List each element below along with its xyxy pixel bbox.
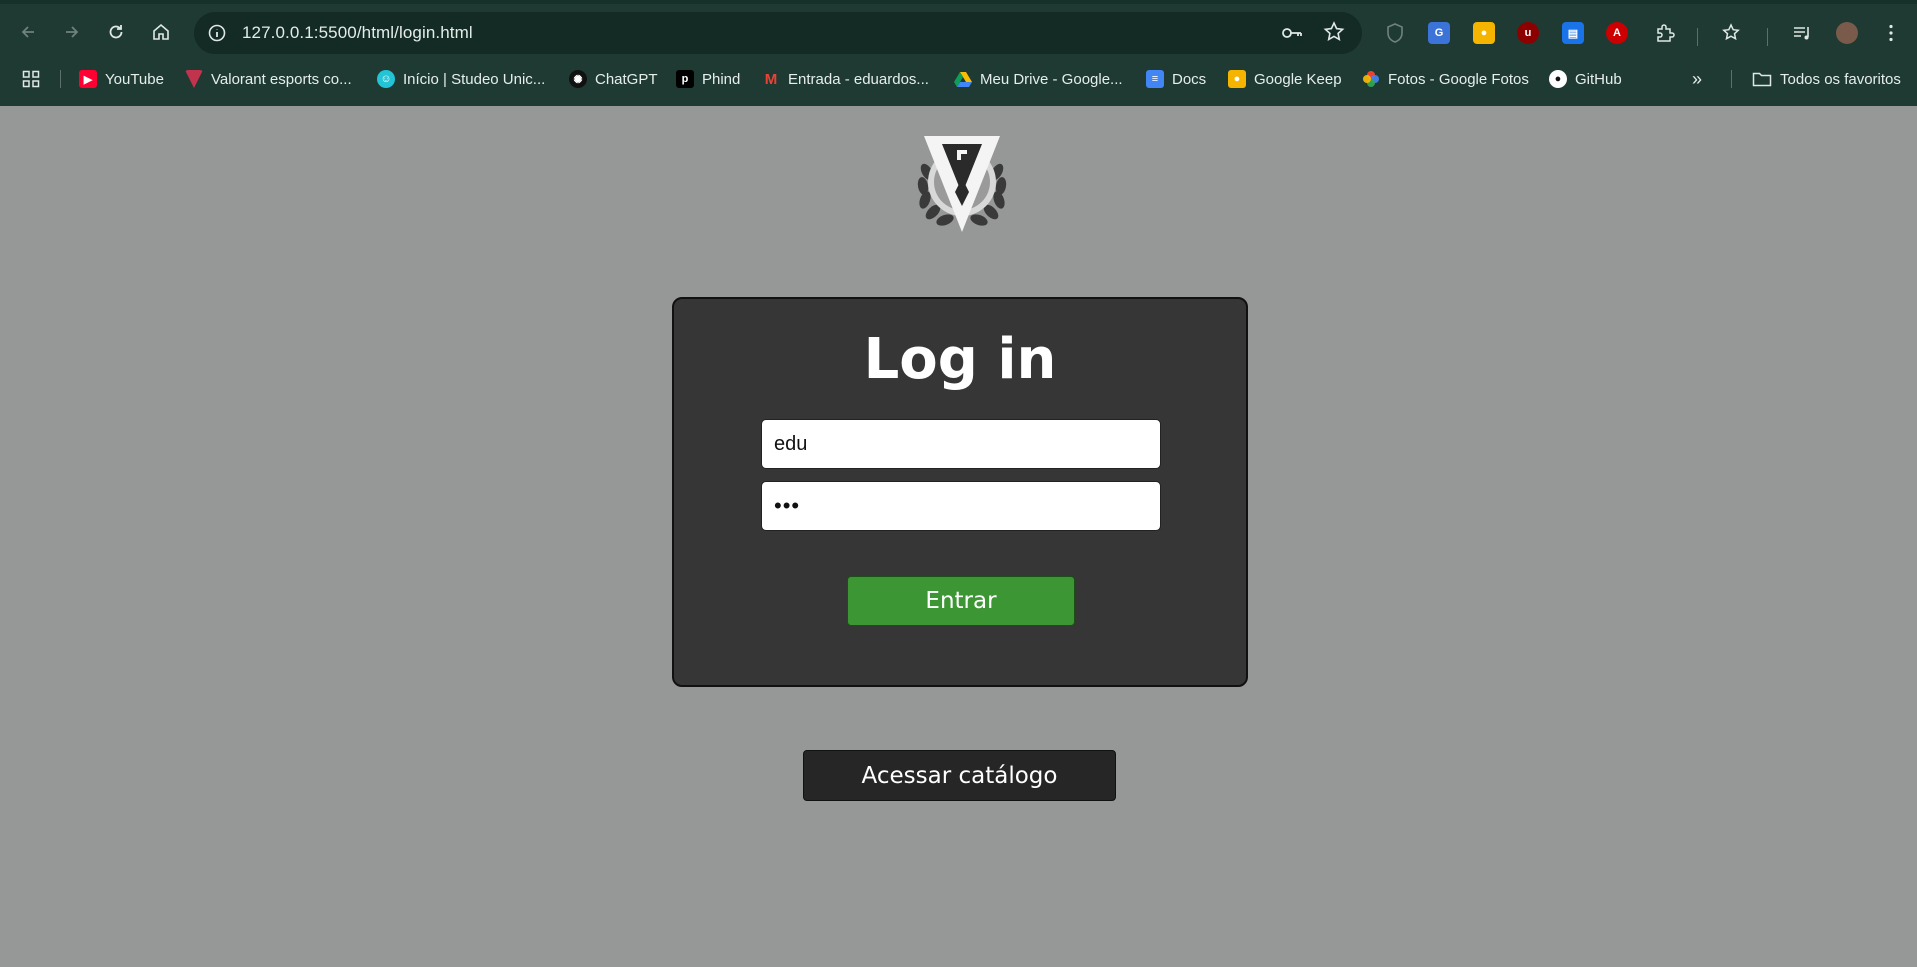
username-input[interactable]: [761, 419, 1161, 469]
address-bar[interactable]: 127.0.0.1:5500/html/login.html: [194, 12, 1362, 54]
forward-button[interactable]: [54, 14, 90, 50]
youtube-icon: ▶: [79, 70, 97, 88]
music-queue-icon: [1794, 27, 1809, 40]
photos-icon: [1362, 70, 1380, 88]
profile-avatar[interactable]: [1836, 22, 1858, 44]
bookmark-keep[interactable]: ● Google Keep: [1228, 68, 1342, 90]
keep-icon: ●: [1480, 27, 1488, 39]
keep-icon: ●: [1228, 70, 1246, 88]
login-button[interactable]: Entrar: [847, 576, 1075, 626]
more-bookmarks-button[interactable]: »: [1692, 68, 1702, 90]
apps-button[interactable]: [22, 68, 40, 90]
arrow-right-icon: [66, 26, 79, 38]
bookmark-photos[interactable]: Fotos - Google Fotos: [1362, 68, 1529, 90]
gmail-icon: M: [764, 70, 778, 88]
ublock-extension[interactable]: u: [1517, 22, 1539, 44]
document-icon: ▤: [1567, 27, 1579, 40]
password-input[interactable]: [761, 481, 1161, 531]
bookmarks-divider: [1731, 70, 1732, 88]
acrobat-icon: A: [1613, 27, 1621, 39]
catalog-button[interactable]: Acessar catálogo: [803, 750, 1116, 801]
reload-icon: [109, 25, 123, 39]
bookmark-youtube[interactable]: ▶ YouTube: [79, 68, 164, 90]
star-list-icon: [1722, 23, 1740, 41]
key-icon[interactable]: [1280, 21, 1304, 45]
bookmark-drive[interactable]: Meu Drive - Google...: [954, 68, 1123, 90]
menu-button[interactable]: [1880, 22, 1902, 44]
bookmark-label: GitHub: [1575, 70, 1622, 88]
site-logo: [909, 120, 1015, 236]
chevron-double-right-icon: »: [1692, 68, 1703, 89]
bookmark-valorant[interactable]: Valorant esports co...: [185, 68, 352, 90]
docs-extension[interactable]: ▤: [1562, 22, 1584, 44]
kebab-menu-icon: [1889, 24, 1893, 42]
bookmark-gmail[interactable]: M Entrada - eduardos...: [762, 68, 929, 90]
home-icon: [153, 23, 169, 40]
bookmark-docs[interactable]: ≡ Docs: [1146, 68, 1206, 90]
bookmark-label: Google Keep: [1254, 70, 1342, 88]
bookmark-label: Meu Drive - Google...: [980, 70, 1123, 88]
media-controls-button[interactable]: [1791, 22, 1813, 44]
bookmark-label: Phind: [702, 70, 741, 88]
login-title: Log in: [863, 327, 1057, 392]
bookmark-chatgpt[interactable]: ✺ ChatGPT: [569, 68, 658, 90]
github-icon: ●: [1549, 70, 1567, 88]
reading-list-button[interactable]: [1720, 22, 1742, 44]
reload-button[interactable]: [98, 14, 134, 50]
valorant-icon: [185, 70, 203, 88]
apps-grid-icon: [22, 70, 40, 88]
bookmark-star-icon[interactable]: [1322, 20, 1346, 44]
url-text: 127.0.0.1:5500/html/login.html: [242, 23, 473, 42]
bookmarks-bar: ▶ YouTube Valorant esports co... ☺ Iníci…: [0, 64, 1917, 94]
chatgpt-icon: ✺: [569, 70, 587, 88]
extensions-button[interactable]: [1654, 22, 1676, 44]
bookmark-label: YouTube: [105, 70, 164, 88]
bookmark-github[interactable]: ● GitHub: [1549, 68, 1622, 90]
browser-toolbar: 127.0.0.1:5500/html/login.html G ● u ▤ A: [0, 8, 1917, 58]
studeo-icon: ☺: [377, 70, 395, 88]
bookmarks-divider: [60, 70, 61, 88]
phind-icon: p: [676, 70, 694, 88]
browser-chrome: 127.0.0.1:5500/html/login.html G ● u ▤ A: [0, 0, 1917, 106]
puzzle-icon: [1657, 24, 1675, 42]
folder-icon: [1752, 72, 1772, 87]
ublock-icon: u: [1524, 27, 1532, 39]
shield-extension[interactable]: [1384, 22, 1406, 44]
site-info-button[interactable]: [204, 20, 230, 46]
shield-icon: [1387, 23, 1403, 43]
bookmark-label: Docs: [1172, 70, 1207, 88]
login-card: Log in Entrar: [672, 297, 1248, 687]
drive-icon: [954, 70, 972, 88]
bookmark-label: Início | Studeo Unic...: [403, 70, 546, 88]
docs-icon: ≡: [1146, 70, 1164, 88]
toolbar-divider: [1697, 28, 1698, 46]
bookmark-label: Entrada - eduardos...: [788, 70, 929, 88]
tab-strip: [0, 0, 1917, 4]
all-bookmarks-folder[interactable]: Todos os favoritos: [1752, 68, 1901, 90]
back-button[interactable]: [10, 14, 46, 50]
acrobat-extension[interactable]: A: [1606, 22, 1628, 44]
arrow-left-icon: [21, 26, 34, 38]
home-button[interactable]: [143, 14, 179, 50]
bookmark-label: Fotos - Google Fotos: [1388, 70, 1529, 88]
translate-extension[interactable]: G: [1428, 22, 1450, 44]
bookmark-label: ChatGPT: [595, 70, 658, 88]
bookmark-label: Valorant esports co...: [211, 70, 352, 88]
all-bookmarks-label: Todos os favoritos: [1780, 70, 1901, 88]
bookmark-phind[interactable]: p Phind: [676, 68, 740, 90]
translate-icon: G: [1434, 27, 1444, 39]
info-icon: [208, 24, 226, 42]
toolbar-divider: [1767, 28, 1768, 46]
keep-extension[interactable]: ●: [1473, 22, 1495, 44]
bookmark-studeo[interactable]: ☺ Início | Studeo Unic...: [377, 68, 545, 90]
